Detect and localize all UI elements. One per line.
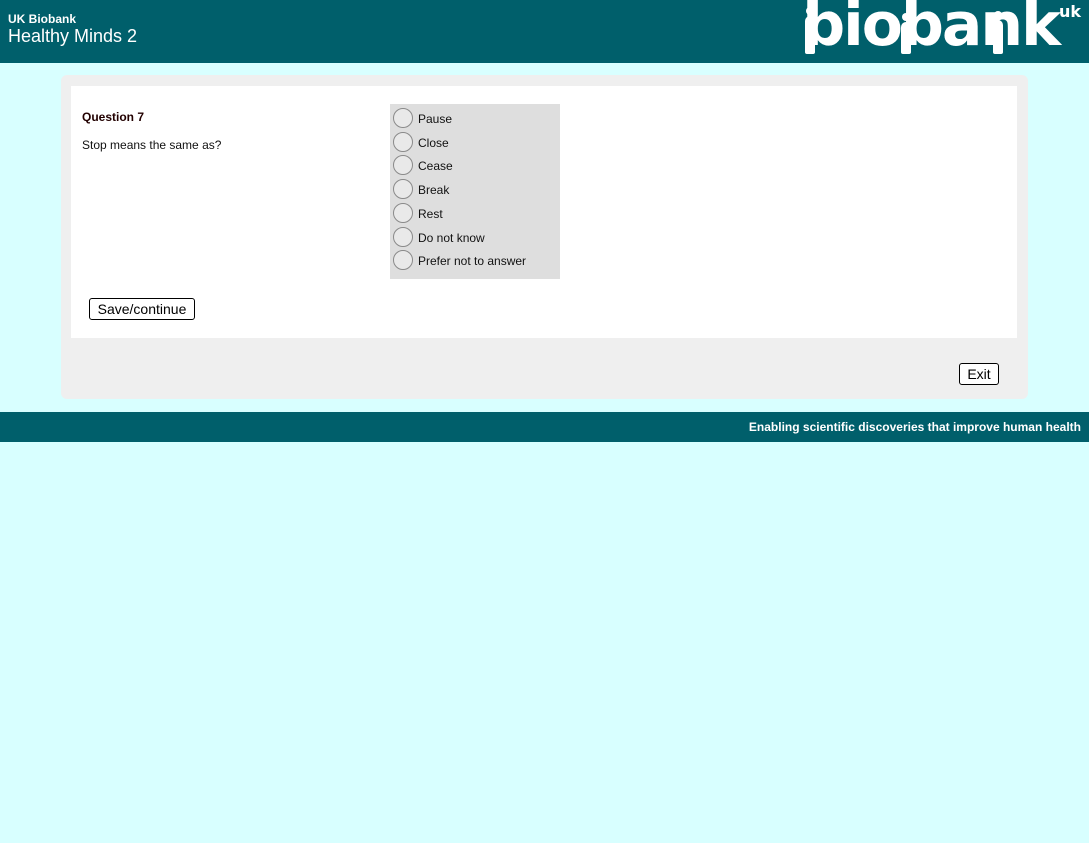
radio-button-icon[interactable]: [393, 179, 413, 199]
footer-tagline: Enabling scientific discoveries that imp…: [748, 420, 1081, 434]
person-silhouette-icon: [993, 11, 1003, 54]
questionnaire-panel: Question 7 Stop means the same as? Pause…: [61, 75, 1028, 399]
option-label: Close: [418, 136, 449, 150]
radio-button-icon[interactable]: [393, 108, 413, 128]
option-label: Do not know: [418, 231, 485, 245]
option-prefer-not-to-answer[interactable]: Prefer not to answer: [392, 250, 558, 272]
save-continue-button[interactable]: Save/continue: [89, 298, 195, 320]
radio-button-icon[interactable]: [393, 203, 413, 223]
person-silhouette-icon: [805, 7, 815, 54]
option-label: Pause: [418, 112, 453, 126]
person-silhouette-icon: [901, 13, 911, 54]
radio-button-icon[interactable]: [393, 250, 413, 270]
exit-button[interactable]: Exit: [959, 363, 999, 385]
radio-button-icon[interactable]: [393, 227, 413, 247]
option-close[interactable]: Close: [392, 132, 558, 154]
option-break[interactable]: Break: [392, 179, 558, 201]
option-cease[interactable]: Cease: [392, 155, 558, 177]
answer-options: Pause Close Cease Break Rest Do not know: [390, 104, 560, 279]
option-pause[interactable]: Pause: [392, 108, 558, 130]
logo-suffix: uk: [1058, 2, 1081, 21]
logo-wordmark: biobank: [802, 0, 1061, 60]
question-number: Question 7: [82, 110, 145, 124]
radio-button-icon[interactable]: [393, 132, 413, 152]
option-do-not-know[interactable]: Do not know: [392, 227, 558, 249]
question-card: Question 7 Stop means the same as? Pause…: [71, 86, 1017, 338]
biobank-logo: biobank uk: [801, 0, 1081, 60]
app-header: UK Biobank Healthy Minds 2 biobank uk: [0, 0, 1089, 63]
page-title: Healthy Minds 2: [8, 26, 138, 46]
option-label: Cease: [418, 159, 453, 173]
option-label: Prefer not to answer: [418, 254, 527, 268]
option-label: Break: [418, 183, 450, 197]
app-footer: Enabling scientific discoveries that imp…: [0, 412, 1089, 442]
organization-name: UK Biobank: [8, 12, 77, 26]
question-text: Stop means the same as?: [82, 138, 222, 152]
radio-button-icon[interactable]: [393, 155, 413, 175]
option-rest[interactable]: Rest: [392, 203, 558, 225]
option-label: Rest: [418, 207, 443, 221]
